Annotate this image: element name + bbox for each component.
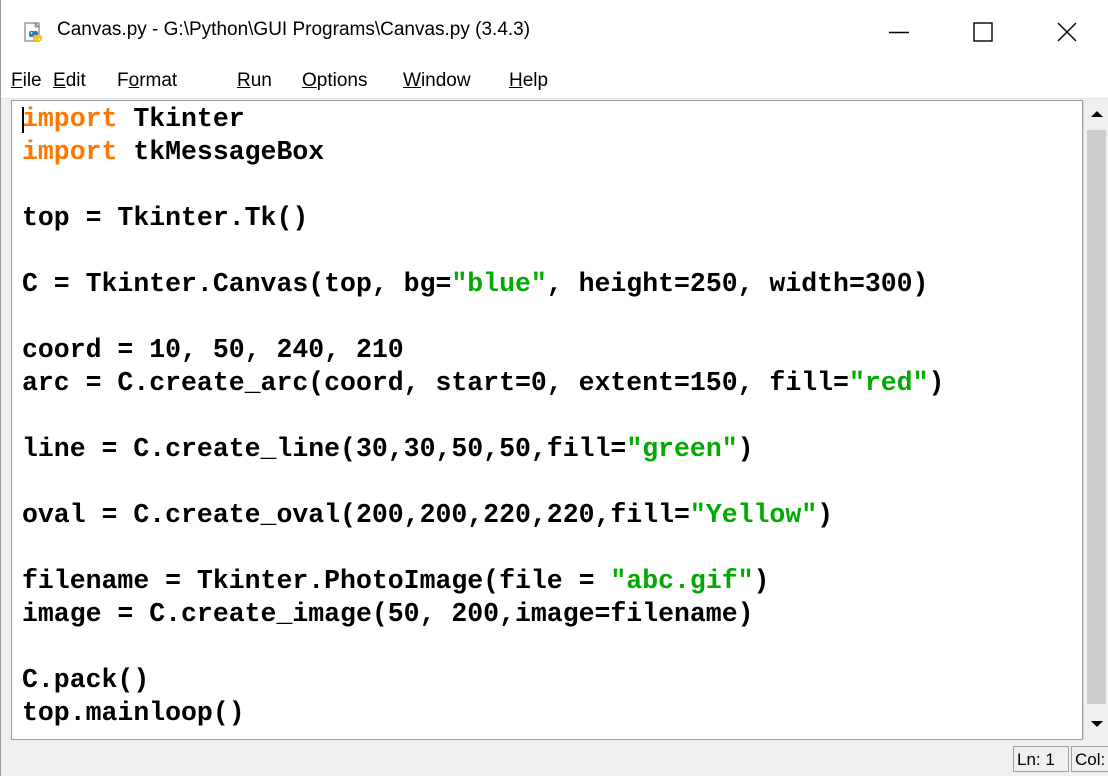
- code-line[interactable]: filename = Tkinter.PhotoImage(file = "ab…: [22, 565, 944, 598]
- code-token: arc = C.create_arc(coord, start=0, exten…: [22, 368, 849, 398]
- status-line-number: Ln: 1: [1013, 746, 1069, 772]
- menu-file[interactable]: File: [11, 68, 42, 94]
- title-bar[interactable]: Canvas.py - G:\Python\GUI Programs\Canva…: [1, 0, 1108, 64]
- code-line[interactable]: line = C.create_line(30,30,50,50,fill="g…: [22, 433, 944, 466]
- maximize-icon: [973, 22, 993, 42]
- code-token: line = C.create_line(30,30,50,50,fill=: [22, 434, 627, 464]
- code-token: C.pack(): [22, 665, 150, 695]
- close-button[interactable]: [1025, 0, 1108, 64]
- menu-bar: File Edit Format Run Options Window Help: [1, 64, 1108, 99]
- string-token: "abc.gif": [610, 566, 754, 596]
- minimize-icon: [889, 31, 909, 34]
- code-editor[interactable]: import Tkinter import tkMessageBox top = …: [11, 100, 1083, 740]
- code-text[interactable]: import Tkinter import tkMessageBox top = …: [22, 103, 944, 730]
- code-line[interactable]: [22, 631, 944, 664]
- code-line[interactable]: oval = C.create_oval(200,200,220,220,fil…: [22, 499, 944, 532]
- window-title: Canvas.py - G:\Python\GUI Programs\Canva…: [57, 19, 531, 40]
- menu-run[interactable]: Run: [237, 68, 272, 94]
- string-token: "blue": [451, 269, 547, 299]
- code-token: image = C.create_image(50, 200,image=fil…: [22, 599, 754, 629]
- string-token: "green": [626, 434, 738, 464]
- menu-format[interactable]: Format: [117, 68, 177, 94]
- code-line[interactable]: [22, 235, 944, 268]
- menu-edit[interactable]: Edit: [53, 68, 86, 94]
- code-token: , height=250, width=300): [546, 269, 929, 299]
- code-line[interactable]: import Tkinter: [22, 103, 944, 136]
- idle-editor-window: Canvas.py - G:\Python\GUI Programs\Canva…: [0, 0, 1108, 776]
- code-token: top = Tkinter.Tk(): [22, 203, 309, 233]
- code-line[interactable]: image = C.create_image(50, 200,image=fil…: [22, 598, 944, 631]
- code-token: top.mainloop(): [22, 698, 245, 728]
- code-line[interactable]: import tkMessageBox: [22, 136, 944, 169]
- menu-help[interactable]: Help: [509, 68, 548, 94]
- menu-window[interactable]: Window: [403, 68, 471, 94]
- status-bar: Ln: 1 Col: 0: [1, 740, 1108, 776]
- code-line[interactable]: [22, 301, 944, 334]
- text-cursor: [22, 107, 24, 133]
- code-line[interactable]: [22, 532, 944, 565]
- scroll-up-button[interactable]: [1084, 100, 1108, 128]
- minimize-button[interactable]: [857, 0, 941, 64]
- code-token: tkMessageBox: [117, 137, 325, 167]
- code-token: ): [753, 566, 770, 596]
- string-token: "red": [848, 368, 929, 398]
- code-token: ): [737, 434, 754, 464]
- close-icon: [1057, 22, 1077, 42]
- code-line[interactable]: coord = 10, 50, 240, 210: [22, 334, 944, 367]
- scrollbar-thumb[interactable]: [1087, 130, 1106, 704]
- code-line[interactable]: C.pack(): [22, 664, 944, 697]
- code-line[interactable]: [22, 169, 944, 202]
- keyword-token: import: [22, 137, 118, 167]
- python-idle-icon: [24, 22, 42, 42]
- keyword-token: import: [22, 104, 118, 134]
- scroll-down-button[interactable]: [1084, 708, 1108, 740]
- code-token: filename = Tkinter.PhotoImage(file =: [22, 566, 611, 596]
- code-line[interactable]: arc = C.create_arc(coord, start=0, exten…: [22, 367, 944, 400]
- code-line[interactable]: C = Tkinter.Canvas(top, bg="blue", heigh…: [22, 268, 944, 301]
- status-column-number: Col: 0: [1071, 746, 1108, 772]
- scroll-up-arrow-icon: [1090, 111, 1103, 117]
- code-token: oval = C.create_oval(200,200,220,220,fil…: [22, 500, 690, 530]
- vertical-scrollbar[interactable]: [1083, 100, 1108, 740]
- string-token: "Yellow": [689, 500, 818, 530]
- code-token: C = Tkinter.Canvas(top, bg=: [22, 269, 452, 299]
- code-line[interactable]: top = Tkinter.Tk(): [22, 202, 944, 235]
- code-token: coord = 10, 50, 240, 210: [22, 335, 404, 365]
- menu-options[interactable]: Options: [302, 68, 367, 94]
- maximize-button[interactable]: [941, 0, 1025, 64]
- code-token: ): [817, 500, 834, 530]
- code-line[interactable]: top.mainloop(): [22, 697, 944, 730]
- code-line[interactable]: [22, 466, 944, 499]
- code-token: ): [928, 368, 945, 398]
- code-line[interactable]: [22, 400, 944, 433]
- code-token: Tkinter: [117, 104, 245, 134]
- scroll-down-arrow-icon: [1090, 721, 1103, 727]
